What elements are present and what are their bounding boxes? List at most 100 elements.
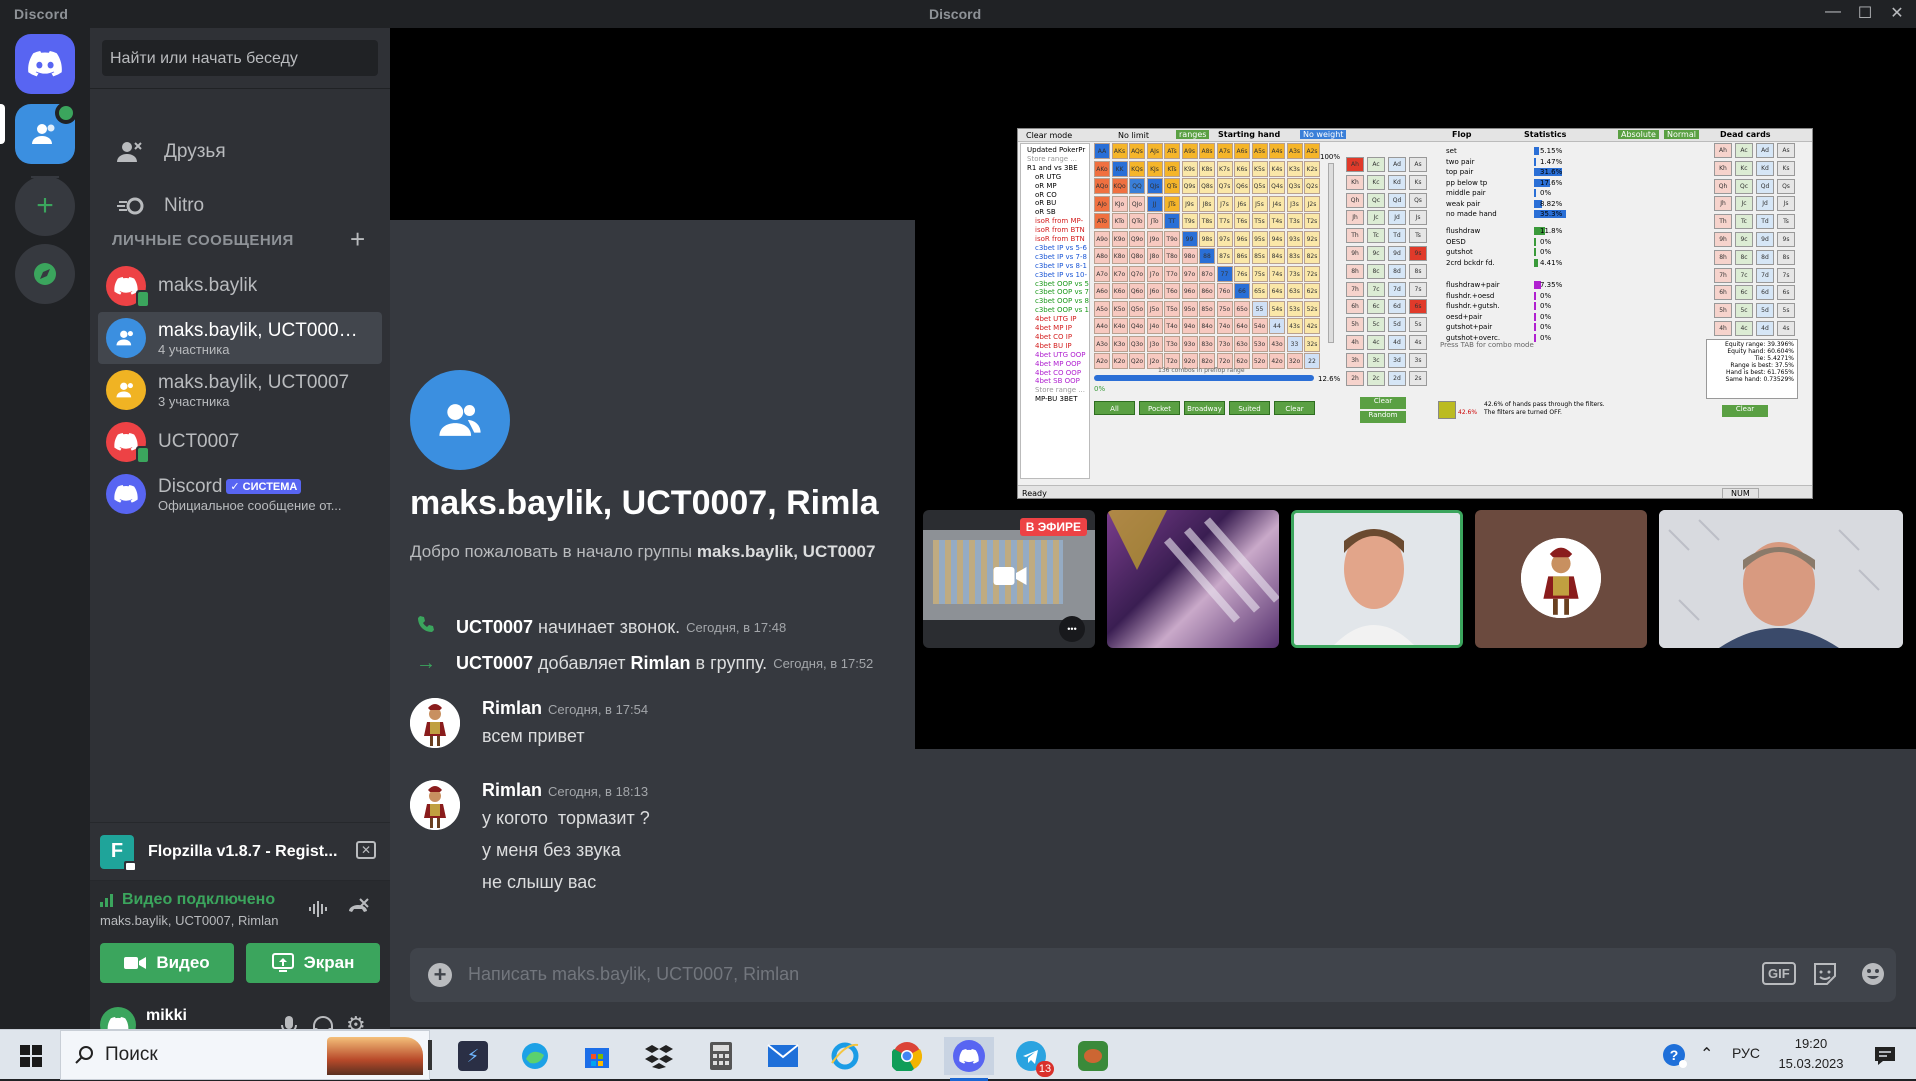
hand-cell[interactable]: Q4o	[1129, 318, 1145, 334]
hand-cell[interactable]: A8o	[1094, 248, 1110, 264]
card-cell[interactable]: 8h	[1714, 249, 1732, 265]
flopzilla-taskbar-icon[interactable]	[1074, 1037, 1112, 1075]
hand-cell[interactable]: 75s	[1251, 265, 1268, 282]
hand-cell[interactable]: J9s	[1181, 195, 1198, 212]
card-cell[interactable]: As	[1409, 157, 1427, 172]
hand-cell[interactable]: T3s	[1286, 213, 1303, 229]
hand-cell[interactable]: 92s	[1304, 230, 1320, 247]
hand-cell[interactable]: 42s	[1304, 318, 1320, 334]
card-cell[interactable]: 6d	[1756, 285, 1774, 301]
hand-cell[interactable]: Q2o	[1129, 353, 1145, 369]
hand-cell[interactable]: Q8s	[1199, 178, 1215, 194]
card-cell[interactable]: Qh	[1346, 192, 1364, 208]
hand-cell[interactable]: 33	[1286, 335, 1303, 352]
hand-cell[interactable]: Q2s	[1304, 178, 1320, 194]
hand-cell[interactable]: K2s	[1304, 160, 1320, 177]
card-cell[interactable]: Kc	[1367, 174, 1385, 190]
stop-streaming-icon[interactable]: ✕	[356, 841, 376, 859]
upload-plus-icon[interactable]: +	[428, 963, 452, 987]
voice-channel-name[interactable]: maks.baylik, UCT0007, Rimlan	[100, 913, 278, 928]
hand-cell[interactable]: Q6o	[1129, 283, 1145, 299]
hand-cell[interactable]: QJo	[1129, 195, 1145, 212]
no-weight-button[interactable]: No weight	[1300, 130, 1347, 139]
card-cell[interactable]: 6s	[1777, 285, 1795, 301]
hand-cell[interactable]: K8o	[1111, 248, 1128, 264]
no-limit-dropdown[interactable]: No limit	[1118, 131, 1149, 140]
card-cell[interactable]: Tc	[1735, 214, 1753, 230]
hand-cell[interactable]: K8s	[1199, 160, 1215, 177]
hand-cell[interactable]: 95s	[1251, 230, 1268, 247]
flop-random-button[interactable]: Random	[1360, 411, 1406, 423]
range-tree-item[interactable]: c3bet IP vs 5-6	[1035, 244, 1087, 252]
hand-cell[interactable]: Q5o	[1129, 300, 1145, 317]
hand-cell[interactable]: KJo	[1111, 195, 1128, 212]
hand-cell[interactable]: 74s	[1269, 265, 1285, 282]
nav-friends[interactable]: Друзья	[98, 126, 382, 178]
hand-cell[interactable]: 52o	[1251, 353, 1268, 369]
range-tree-item[interactable]: oR SB	[1035, 208, 1056, 216]
range-preset-button[interactable]: Broadway	[1184, 401, 1225, 415]
notifications-icon[interactable]	[1866, 1037, 1904, 1075]
hand-cell[interactable]: 64s	[1269, 283, 1285, 299]
card-cell[interactable]: 5h	[1714, 303, 1732, 319]
card-cell[interactable]: 5h	[1346, 317, 1364, 333]
range-tree-item[interactable]: 4bet UTG IP	[1035, 315, 1077, 323]
card-cell[interactable]: Ks	[1777, 160, 1795, 176]
card-cell[interactable]: Jh	[1346, 210, 1364, 226]
range-tree-item[interactable]: 4bet CO OOP	[1035, 369, 1081, 377]
hand-cell[interactable]: T6s	[1234, 213, 1250, 229]
card-cell[interactable]: 8d	[1388, 263, 1406, 279]
hand-cell[interactable]: A9o	[1094, 230, 1110, 247]
hand-cell[interactable]: 75o	[1216, 300, 1233, 317]
hand-cell[interactable]: A2o	[1094, 353, 1110, 369]
hand-cell[interactable]: T5s	[1251, 213, 1268, 229]
create-dm-button[interactable]: +	[350, 224, 365, 255]
disconnect-icon[interactable]	[346, 897, 370, 926]
clear-mode-label[interactable]: Clear mode	[1026, 131, 1072, 140]
range-preset-button[interactable]: Suited	[1229, 401, 1270, 415]
card-cell[interactable]: 4s	[1777, 321, 1795, 336]
message-input[interactable]: Написать maks.baylik, UCT0007, Rimlan	[468, 964, 799, 985]
card-cell[interactable]: 8d	[1756, 249, 1774, 265]
card-cell[interactable]: 9c	[1367, 246, 1385, 261]
hand-cell[interactable]: J3o	[1146, 335, 1163, 352]
card-cell[interactable]: Kd	[1388, 174, 1406, 190]
hand-cell[interactable]: K9o	[1111, 230, 1128, 247]
hand-cell[interactable]: Q6s	[1234, 178, 1250, 194]
card-cell[interactable]: 9d	[1388, 246, 1406, 261]
absolute-button[interactable]: Absolute	[1618, 130, 1659, 139]
card-cell[interactable]: 4s	[1409, 335, 1427, 350]
dm-item[interactable]: maks.baylik, UCT0007 3 участника	[98, 364, 382, 416]
hand-cell[interactable]: J3s	[1286, 195, 1303, 212]
card-cell[interactable]: 9s	[1777, 232, 1795, 247]
card-cell[interactable]: 7s	[1409, 281, 1427, 297]
range-tree-item[interactable]: 4bet CO IP	[1035, 333, 1072, 341]
hand-cell[interactable]: A2s	[1304, 143, 1320, 159]
card-cell[interactable]: 2d	[1388, 370, 1406, 386]
hand-cell[interactable]: 96o	[1181, 283, 1198, 299]
card-cell[interactable]: 5s	[1777, 303, 1795, 319]
hand-cell[interactable]: 93o	[1181, 335, 1198, 352]
hand-cell[interactable]: T3o	[1164, 335, 1180, 352]
hand-cell[interactable]: 97o	[1181, 265, 1198, 282]
add-server-button[interactable]: +	[15, 176, 75, 236]
internet-explorer-icon[interactable]	[826, 1037, 864, 1075]
hand-cell[interactable]: Q7o	[1129, 265, 1145, 282]
hand-cell[interactable]: 94o	[1181, 318, 1198, 334]
mail-icon[interactable]	[764, 1037, 802, 1075]
hand-cell[interactable]: 73o	[1216, 335, 1233, 352]
card-cell[interactable]: 7h	[1714, 267, 1732, 283]
hand-cell[interactable]: J5o	[1146, 300, 1163, 317]
hand-cell[interactable]: K7s	[1216, 160, 1233, 177]
voice-status[interactable]: Видео подключено	[100, 891, 275, 909]
avatar[interactable]	[410, 780, 460, 830]
edge-browser-icon[interactable]	[516, 1037, 554, 1075]
hand-cell[interactable]: 93s	[1286, 230, 1303, 247]
hand-cell[interactable]: 65s	[1251, 283, 1268, 299]
range-tree-item[interactable]: isoR from BTN	[1035, 226, 1085, 234]
hand-cell[interactable]: K9s	[1181, 160, 1198, 177]
hand-cell[interactable]: 86s	[1234, 248, 1250, 264]
card-cell[interactable]: Td	[1388, 228, 1406, 244]
hand-cell[interactable]: 84o	[1199, 318, 1215, 334]
hand-cell[interactable]: 84s	[1269, 248, 1285, 264]
